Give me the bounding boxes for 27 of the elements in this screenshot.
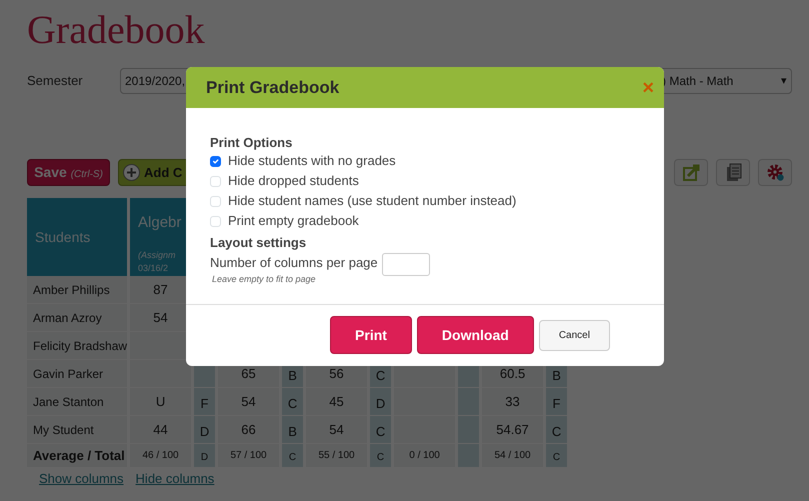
toolbar-button[interactable] [716,159,750,186]
toolbar-button[interactable] [758,159,792,186]
caret-icon: ▾ [781,72,787,90]
option-label: Hide student names (use student number instead) [228,192,516,210]
table-link[interactable]: Show columns [39,471,124,486]
field-hint: Leave empty to fit to page [212,272,317,286]
dialog-button[interactable]: Download [416,316,534,354]
section-heading: Print Options [210,135,294,151]
option-label: Hide dropped students [228,172,359,190]
page-title: Gradebook [27,8,206,52]
dialog-title: Print Gradebook [206,76,340,99]
table-link[interactable]: Hide columns [136,471,214,486]
gear-icon [766,163,784,182]
option-label: Print empty gradebook [228,212,359,230]
dialog-button[interactable]: Print [330,316,412,354]
option-label: Hide students with no grades [228,152,396,170]
toolbar-button[interactable] [674,159,708,186]
close-button[interactable]: × [642,78,654,98]
cancel-button[interactable]: Cancel [538,320,610,350]
edit-icon [682,163,700,182]
number-input[interactable] [382,253,430,276]
field-label: Number of columns per page [210,254,379,272]
save-button[interactable]: Save (Ctrl-S) [27,159,110,186]
checkbox[interactable] [210,156,221,166]
section-heading: Layout settings [210,235,308,251]
filter-label: Semester [27,72,84,90]
plus-circle-icon [123,164,140,181]
